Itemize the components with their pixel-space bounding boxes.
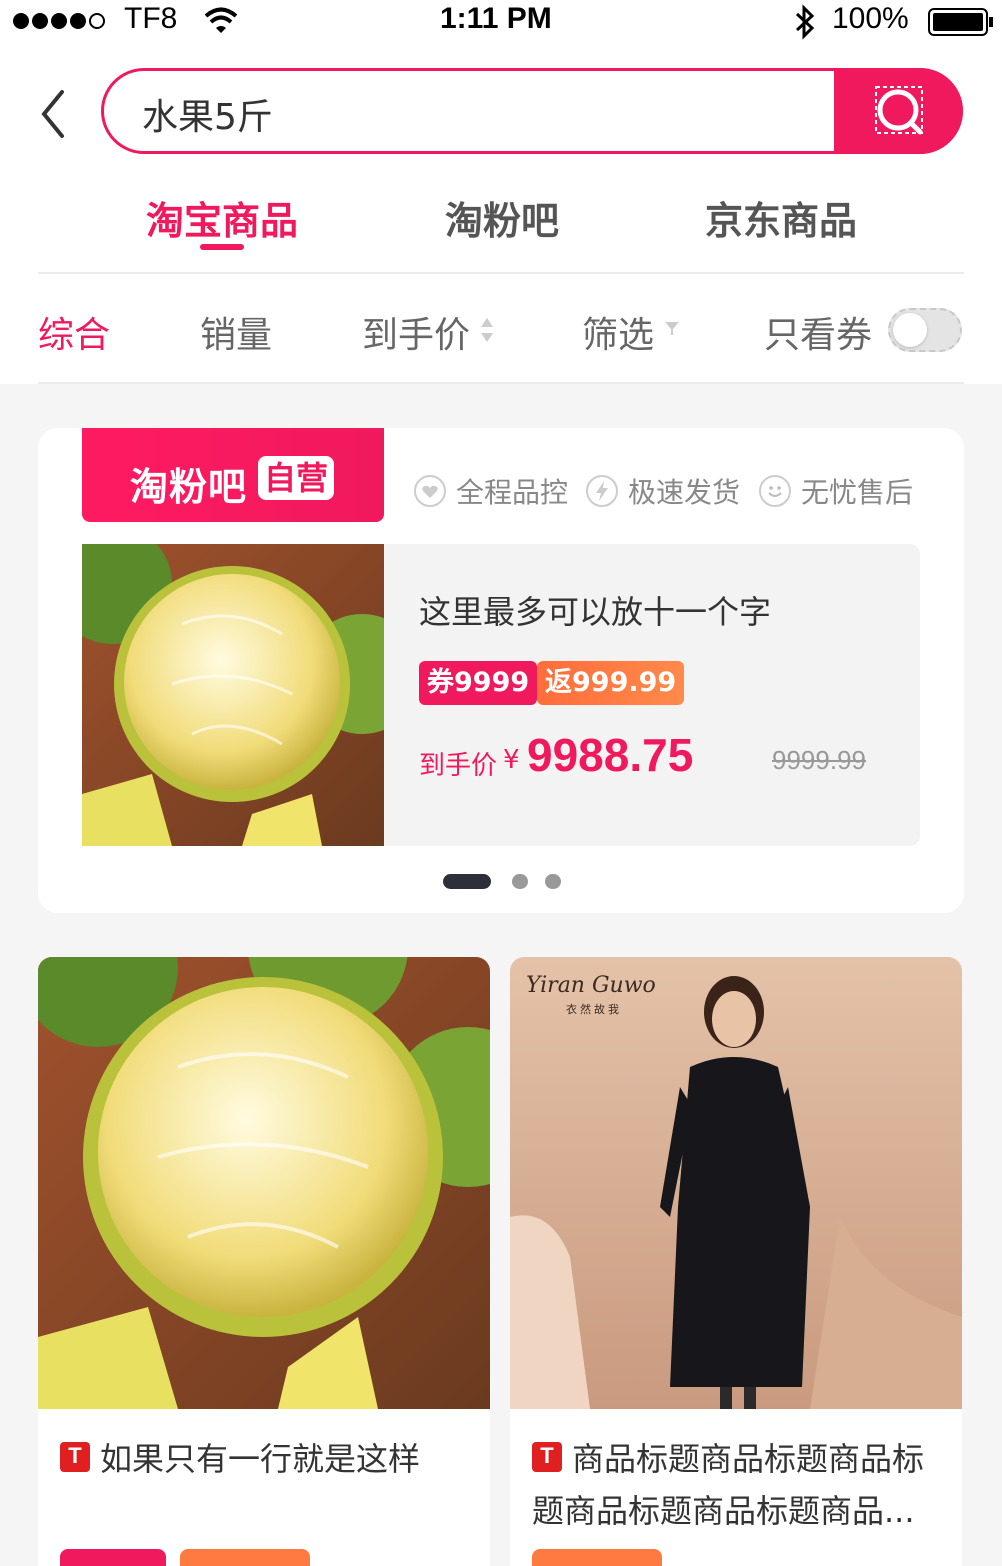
tab-jd[interactable]: 京东商品 xyxy=(705,190,857,245)
wifi-icon xyxy=(204,6,238,34)
guarantee-label: 无忧售后 xyxy=(801,476,914,509)
product-title: 如果只有一行就是这样 xyxy=(100,1440,421,1478)
sort-final-price[interactable]: 到手价 xyxy=(362,306,470,358)
divider xyxy=(38,382,964,384)
tab-taobao[interactable]: 淘宝商品 xyxy=(146,190,298,245)
guarantee-label: 全程品控 xyxy=(456,476,569,509)
sort-arrows-icon xyxy=(480,316,494,344)
coupon-only-toggle[interactable] xyxy=(888,308,962,352)
guarantee-aftersale: 无忧售后 xyxy=(759,471,913,511)
carrier-label: TF8 xyxy=(124,2,178,35)
filter-icon xyxy=(664,320,680,336)
rebate-tag xyxy=(532,1549,662,1566)
product-image[interactable]: Yiran Guwo 衣然故我 xyxy=(510,957,962,1409)
rebate-tag xyxy=(180,1549,310,1566)
toggle-knob xyxy=(893,313,927,347)
bluetooth-icon xyxy=(794,4,816,40)
sort-filter[interactable]: 筛选 xyxy=(582,306,654,358)
search-icon xyxy=(875,86,923,135)
currency-symbol: ¥ xyxy=(503,745,520,775)
brand-sub: 衣然故我 xyxy=(566,1003,622,1016)
back-button[interactable] xyxy=(36,86,72,142)
product-card[interactable]: T 如果只有一行就是这样 xyxy=(38,957,490,1566)
product-image[interactable] xyxy=(38,957,490,1409)
search-query: 水果5斤 xyxy=(142,97,273,138)
brand-mark: Yiran Guwo xyxy=(526,973,656,998)
battery-icon xyxy=(928,8,994,36)
product-title-row: T 如果只有一行就是这样 xyxy=(38,1409,490,1485)
rebate-tag: 返999.99 xyxy=(537,661,685,705)
coupon-only-label: 只看券 xyxy=(764,315,873,356)
search-button[interactable] xyxy=(834,68,963,154)
tmall-icon: T xyxy=(60,1442,90,1472)
carousel-dot[interactable] xyxy=(512,874,528,889)
guarantee-quality: 全程品控 xyxy=(414,471,568,511)
original-price: 9999.99 xyxy=(772,745,866,775)
guarantee-label: 极速发货 xyxy=(628,476,741,509)
status-bar: TF8 1:11 PM 100% xyxy=(0,0,1002,44)
divider xyxy=(38,272,964,274)
battery-label: 100% xyxy=(832,2,909,35)
tmall-icon: T xyxy=(532,1442,562,1472)
tab-taofenba[interactable]: 淘粉吧 xyxy=(445,190,559,245)
product-image[interactable] xyxy=(52,524,422,846)
self-operated-badge: 自营 xyxy=(258,456,334,500)
product-title-row: T 商品标题商品标题商品标题商品标题商品标题商品... xyxy=(510,1409,962,1537)
product-title: 商品标题商品标题商品标题商品标题商品标题商品... xyxy=(532,1440,925,1530)
sort-sales[interactable]: 销量 xyxy=(200,306,272,358)
sort-comprehensive[interactable]: 综合 xyxy=(38,306,110,358)
heart-icon xyxy=(414,475,446,507)
final-price-label: 到手价 xyxy=(419,751,498,781)
final-price: 9988.75 xyxy=(527,729,694,781)
featured-title: 这里最多可以放十一个字 xyxy=(419,593,772,631)
product-card[interactable]: Yiran Guwo 衣然故我 T 商品标题商品标题商品标题商品标题商品标题商品.… xyxy=(510,957,962,1566)
smile-icon xyxy=(759,475,791,507)
coupon-tag xyxy=(60,1549,166,1566)
carousel-dot[interactable] xyxy=(545,874,561,889)
coupon-tag: 券9999 xyxy=(419,661,538,705)
lightning-icon xyxy=(586,475,618,507)
signal-icon xyxy=(12,12,108,30)
guarantee-fast: 极速发货 xyxy=(586,471,740,511)
clock: 1:11 PM xyxy=(440,2,552,35)
brand-name: 淘粉吧 xyxy=(130,465,248,509)
tab-indicator xyxy=(200,244,244,250)
chevron-left-icon xyxy=(41,90,64,138)
carousel-dot-active[interactable] xyxy=(443,874,491,889)
